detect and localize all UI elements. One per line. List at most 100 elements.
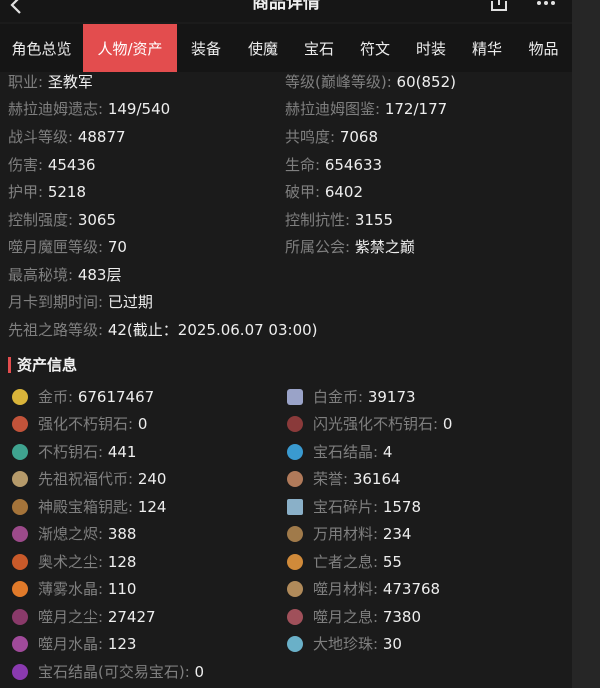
info-value: 654633 — [324, 156, 383, 174]
info-label: 战斗等级: — [8, 128, 74, 146]
info-label: 等级(巅峰等级): — [285, 73, 392, 91]
moon-breath-icon — [287, 609, 303, 625]
info-label: 职业: — [8, 73, 44, 91]
asset-label: 强化不朽钥石: — [38, 415, 134, 433]
ancestor-token-icon — [12, 471, 28, 487]
tab-familiars[interactable]: 使魔 — [235, 24, 291, 72]
top-bar: 商品详情 — [0, 0, 572, 22]
ember-icon — [12, 526, 28, 542]
asset-label: 噬月材料: — [313, 580, 379, 598]
info-value: 483层 — [77, 266, 122, 284]
info-value: 70 — [107, 238, 127, 256]
info-value: 5218 — [47, 183, 87, 201]
asset-value: 0 — [442, 415, 453, 433]
more-icon[interactable] — [535, 0, 557, 14]
asset-value: 123 — [107, 635, 137, 653]
tab-character-overview[interactable]: 角色总览 — [0, 24, 83, 72]
asset-label: 大地珍珠: — [313, 635, 379, 653]
tab-character-assets[interactable]: 人物/资产 — [83, 24, 177, 72]
honor-icon — [287, 471, 303, 487]
info-label: 赫拉迪姆图鉴: — [285, 100, 381, 118]
info-value: 3065 — [77, 211, 117, 229]
info-resonance: 共鸣度: 7068 — [285, 127, 378, 147]
asset-value: 0 — [137, 415, 148, 433]
moon-crystal-icon — [12, 636, 28, 652]
mist-crystal-icon — [12, 581, 28, 597]
info-value: 60(852) — [396, 73, 456, 91]
earth-pearl-icon — [287, 636, 303, 652]
info-ancestral-path: 先祖之路等级: 42(截止：2025.06.07 03:00) — [8, 320, 318, 340]
info-value: 3155 — [354, 211, 394, 229]
asset-label: 金币: — [38, 388, 74, 406]
gem-shard-icon — [287, 499, 303, 515]
page-title: 商品详情 — [252, 0, 320, 13]
info-life: 生命: 654633 — [285, 155, 382, 175]
info-highest-rift: 最高秘境: 483层 — [8, 265, 121, 285]
asset-label: 薄雾水晶: — [38, 580, 104, 598]
info-level: 等级(巅峰等级): 60(852) — [285, 72, 456, 92]
info-label: 月卡到期时间: — [8, 293, 104, 311]
scrollbar-track[interactable] — [572, 0, 600, 688]
shining-keystone-icon — [287, 416, 303, 432]
asset-value: 7380 — [382, 608, 422, 626]
asset-label: 闪光强化不朽钥石: — [313, 415, 439, 433]
info-monthly-card: 月卡到期时间: 已过期 — [8, 292, 153, 312]
asset-label: 先祖祝福代币: — [38, 470, 134, 488]
info-class: 职业: 圣教军 — [8, 72, 93, 92]
asset-value: 1578 — [382, 498, 422, 516]
gem-crystal-icon — [287, 444, 303, 460]
chest-key-icon — [12, 499, 28, 515]
asset-value: 234 — [382, 525, 412, 543]
dead-breath-icon — [287, 554, 303, 570]
asset-value: 124 — [137, 498, 167, 516]
info-label: 所属公会: — [285, 238, 351, 256]
moon-dust-icon — [12, 609, 28, 625]
info-moon-box-level: 噬月魔匣等级: 70 — [8, 237, 127, 257]
share-icon[interactable] — [488, 0, 510, 14]
info-label: 最高秘境: — [8, 266, 74, 284]
info-label: 噬月魔匣等级: — [8, 238, 104, 256]
info-value: 149/540 — [107, 100, 171, 118]
universal-material-icon — [287, 526, 303, 542]
arcane-dust-icon — [12, 554, 28, 570]
info-combat-rating: 战斗等级: 48877 — [8, 127, 126, 147]
asset-label: 荣誉: — [313, 470, 349, 488]
asset-label: 不朽钥石: — [38, 443, 104, 461]
info-label: 生命: — [285, 156, 321, 174]
info-value: 已过期 — [107, 293, 153, 311]
info-armor: 护甲: 5218 — [8, 182, 86, 202]
info-value: 圣教军 — [47, 73, 93, 91]
asset-value: 67617467 — [77, 388, 155, 406]
info-resistance: 控制抗性: 3155 — [285, 210, 393, 230]
tab-bar: 角色总览 人物/资产 装备 使魔 宝石 符文 时装 精华 物品 — [0, 24, 572, 72]
tab-equipment[interactable]: 装备 — [177, 24, 235, 72]
info-label: 赫拉迪姆遗志: — [8, 100, 104, 118]
asset-label: 亡者之息: — [313, 553, 379, 571]
asset-label: 宝石结晶(可交易宝石): — [38, 663, 190, 681]
info-label: 控制强度: — [8, 211, 74, 229]
info-horadric-legacy: 赫拉迪姆遗志: 149/540 — [8, 99, 170, 119]
asset-label: 噬月之尘: — [38, 608, 104, 626]
info-value: 45436 — [47, 156, 96, 174]
asset-value: 4 — [382, 443, 393, 461]
info-value: 172/177 — [384, 100, 448, 118]
tab-cosmetics[interactable]: 时装 — [403, 24, 459, 72]
asset-value: 36164 — [352, 470, 401, 488]
tab-items[interactable]: 物品 — [515, 24, 572, 72]
asset-label: 渐熄之烬: — [38, 525, 104, 543]
enhanced-keystone-icon — [12, 416, 28, 432]
platinum-icon — [287, 389, 303, 405]
tab-essence[interactable]: 精华 — [459, 24, 515, 72]
moon-material-icon — [287, 581, 303, 597]
info-label: 先祖之路等级: — [8, 321, 104, 339]
asset-value: 39173 — [367, 388, 416, 406]
asset-value: 27427 — [107, 608, 156, 626]
asset-label: 宝石结晶: — [313, 443, 379, 461]
info-armor-penetration: 破甲: 6402 — [285, 182, 363, 202]
asset-value: 473768 — [382, 580, 441, 598]
gold-coin-icon — [12, 389, 28, 405]
info-value: 6402 — [324, 183, 364, 201]
tab-runes[interactable]: 符文 — [347, 24, 403, 72]
tab-gems[interactable]: 宝石 — [291, 24, 347, 72]
asset-label: 噬月水晶: — [38, 635, 104, 653]
